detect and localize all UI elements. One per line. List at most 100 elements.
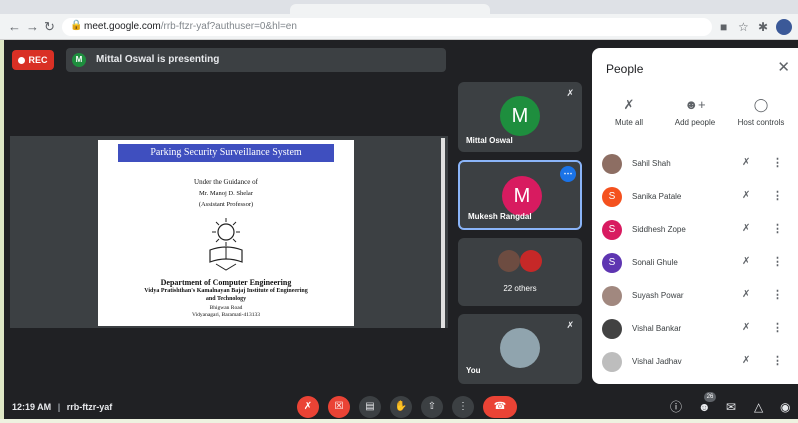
tile-others[interactable]: 22 others xyxy=(458,238,582,306)
url-text: meet.google.com/rrb-ftzr-yaf?authuser=0&… xyxy=(84,21,297,32)
lock-icon: 🔒 xyxy=(70,20,83,31)
star-icon[interactable]: ☆ xyxy=(738,19,749,35)
slide-address-line1: Bhigwan Road xyxy=(209,305,243,311)
participant-name: Sanika Patale xyxy=(632,192,682,201)
avatar xyxy=(602,352,622,372)
presentation-slide: Parking Security Surveillance System Und… xyxy=(98,140,354,326)
recording-badge: REC xyxy=(12,50,54,70)
mic-off-icon[interactable]: ✗ xyxy=(742,355,750,366)
url-field[interactable]: 🔒 meet.google.com/rrb-ftzr-yaf?authuser=… xyxy=(62,18,712,36)
panel-title: People xyxy=(606,62,644,76)
tile-mittal-oswal[interactable]: ✗ M Mittal Oswal xyxy=(458,82,582,152)
mic-off-icon[interactable]: ✗ xyxy=(742,256,750,267)
more-vert-icon[interactable]: ⋮ xyxy=(772,288,783,301)
list-item[interactable]: Vishal Jadhav ✗ ⋮ xyxy=(592,346,798,379)
info-icon[interactable]: ⓘ xyxy=(670,400,682,414)
extensions-icon[interactable]: ✱ xyxy=(758,19,768,35)
forward-icon[interactable]: → xyxy=(26,19,39,35)
mic-off-icon: ✗ xyxy=(623,97,635,112)
list-item[interactable]: Suyash Powar ✗ ⋮ xyxy=(592,280,798,313)
end-call-button[interactable]: ☎ xyxy=(483,396,517,418)
toggle-icon: ◯ xyxy=(753,97,769,112)
more-vert-icon[interactable]: ⋮ xyxy=(772,321,783,334)
action-label: Host controls xyxy=(737,118,785,127)
hand-icon: ✋ xyxy=(394,401,408,412)
slide-address-line2: Vidyanagari, Baramati-413133 xyxy=(191,312,261,318)
host-controls-icon[interactable]: ◉ xyxy=(780,400,790,414)
tile-mukesh-rangdal[interactable]: ⋯ M Mukesh Rangdal xyxy=(458,160,582,230)
more-vert-icon[interactable]: ⋮ xyxy=(772,354,783,367)
mic-off-icon: ✗ xyxy=(566,320,574,330)
camera-off-icon: ☒ xyxy=(334,401,344,412)
avatar: S xyxy=(602,220,622,240)
tile-you[interactable]: ✗ You xyxy=(458,314,582,384)
captions-icon: ▤ xyxy=(365,401,375,412)
mic-off-icon[interactable]: ✗ xyxy=(742,157,750,168)
more-vert-icon[interactable]: ⋮ xyxy=(772,189,783,202)
page-edge xyxy=(0,40,4,423)
list-item[interactable]: S Siddhesh Zope ✗ ⋮ xyxy=(592,214,798,247)
more-vert-icon[interactable]: ⋮ xyxy=(772,255,783,268)
list-item[interactable]: S Sonali Ghule ✗ ⋮ xyxy=(592,247,798,280)
participant-name: Vishal Bankar xyxy=(632,324,682,333)
mic-off-icon: ✗ xyxy=(566,88,574,98)
camera-icon[interactable]: ■ xyxy=(720,19,727,35)
separator: | xyxy=(57,402,61,412)
slide-institute-line2: and Technology xyxy=(205,296,247,302)
add-person-icon: ☻+ xyxy=(684,97,706,112)
avatar: S xyxy=(602,253,622,273)
participant-list[interactable]: Sahil Shah ✗ ⋮ S Sanika Patale ✗ ⋮ S Sid… xyxy=(592,148,798,384)
activities-icon[interactable]: △ xyxy=(754,400,763,414)
url-host: meet.google.com xyxy=(84,21,161,32)
reload-icon[interactable]: ↻ xyxy=(44,19,55,35)
avatar xyxy=(500,328,540,368)
slide-guide-name: Mr. Manoj D. Shelar xyxy=(199,190,253,197)
action-label: Mute all xyxy=(614,118,643,127)
avatar xyxy=(602,154,622,174)
raise-hand-button[interactable]: ✋ xyxy=(390,396,412,418)
captions-button[interactable]: ▤ xyxy=(359,396,381,418)
participant-name: Sahil Shah xyxy=(632,159,671,168)
rec-label: REC xyxy=(28,55,48,65)
action-label: Add people xyxy=(674,118,716,127)
screen-scrollbar[interactable] xyxy=(441,138,445,328)
mute-all-button[interactable]: ✗ Mute all xyxy=(596,96,662,127)
mic-off-icon[interactable]: ✗ xyxy=(742,190,750,201)
people-icon[interactable]: ☻ xyxy=(698,400,711,414)
mic-toggle-button[interactable]: ✗ xyxy=(297,396,319,418)
chat-icon[interactable]: ✉ xyxy=(726,400,736,414)
browser-tab[interactable] xyxy=(290,4,490,14)
more-options-button[interactable]: ⋮ xyxy=(452,396,474,418)
more-options-icon[interactable]: ⋯ xyxy=(560,166,576,182)
participant-name: Siddhesh Zope xyxy=(632,225,686,234)
mic-off-icon[interactable]: ✗ xyxy=(742,322,750,333)
avatar: M xyxy=(500,96,540,136)
list-item[interactable]: S Sanika Patale ✗ ⋮ xyxy=(592,181,798,214)
slide-title: Parking Security Surveillance System xyxy=(118,144,334,162)
tab-strip xyxy=(0,0,798,14)
more-vert-icon[interactable]: ⋮ xyxy=(772,222,783,235)
presenting-text: Mittal Oswal is presenting xyxy=(96,54,220,65)
camera-toggle-button[interactable]: ☒ xyxy=(328,396,350,418)
shared-screen[interactable]: Parking Security Surveillance System Und… xyxy=(10,136,448,328)
mic-off-icon[interactable]: ✗ xyxy=(742,223,750,234)
tile-name: Mukesh Rangdal xyxy=(468,212,532,221)
more-vert-icon[interactable]: ⋮ xyxy=(772,156,783,169)
url-path: /rrb-ftzr-yaf?authuser=0&hl=en xyxy=(160,21,297,32)
slide-guide-role: (Assistant Professor) xyxy=(198,201,254,208)
list-item[interactable]: Sahil Shah ✗ ⋮ xyxy=(592,148,798,181)
mic-off-icon[interactable]: ✗ xyxy=(742,289,750,300)
profile-icon[interactable] xyxy=(776,19,792,35)
add-people-button[interactable]: ☻+ Add people xyxy=(662,96,728,127)
slide-institute-line1: Vidya Pratishthan's Kamalnayan Bajaj Ins… xyxy=(144,288,308,294)
avatar xyxy=(602,286,622,306)
participant-name: Suyash Powar xyxy=(632,291,684,300)
college-emblem-icon xyxy=(209,218,243,271)
back-icon[interactable]: ← xyxy=(8,19,21,35)
close-icon[interactable]: ✕ xyxy=(777,58,790,76)
host-controls-button[interactable]: ◯ Host controls xyxy=(728,96,794,127)
list-item[interactable]: Vishal Bankar ✗ ⋮ xyxy=(592,313,798,346)
participant-name: Vishal Jadhav xyxy=(632,357,682,366)
tile-name: You xyxy=(466,366,481,375)
present-button[interactable]: ⇧ xyxy=(421,396,443,418)
